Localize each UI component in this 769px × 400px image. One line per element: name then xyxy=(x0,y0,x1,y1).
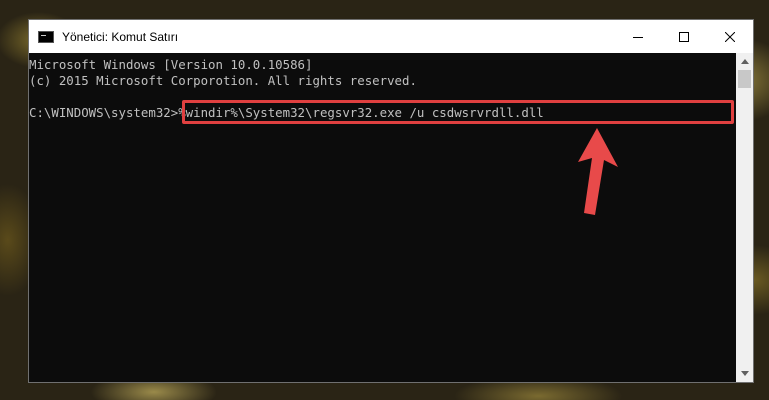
command-prompt-window: Yönetici: Komut Satırı Microsoft Windows… xyxy=(28,19,754,383)
cmd-app-icon[interactable] xyxy=(38,30,54,43)
console-line: Microsoft Windows [Version 10.0.10586] xyxy=(29,57,313,72)
command-line[interactable]: C:\WINDOWS\system32>%windir%\System32\re… xyxy=(29,100,736,124)
scroll-thumb[interactable] xyxy=(738,70,751,88)
title-bar[interactable]: Yönetici: Komut Satırı xyxy=(29,20,753,53)
maximize-button[interactable] xyxy=(661,20,707,53)
command-highlight-box xyxy=(182,100,734,124)
prompt-text: C:\WINDOWS\system32> xyxy=(29,105,179,120)
scroll-down-icon xyxy=(740,371,749,376)
caption-buttons xyxy=(615,20,753,53)
annotation-arrow-icon xyxy=(578,128,618,215)
console-line: (c) 2015 Microsoft Corporotion. All righ… xyxy=(29,73,417,88)
scroll-down-button[interactable] xyxy=(736,365,753,382)
console-output[interactable]: Microsoft Windows [Version 10.0.10586] (… xyxy=(29,53,736,382)
minimize-icon xyxy=(633,36,643,38)
close-button[interactable] xyxy=(707,20,753,53)
maximize-icon xyxy=(679,31,689,42)
scroll-up-icon xyxy=(740,59,749,64)
window-title: Yönetici: Komut Satırı xyxy=(62,29,179,44)
close-icon xyxy=(725,31,735,42)
minimize-button[interactable] xyxy=(615,20,661,53)
vertical-scrollbar[interactable] xyxy=(736,53,753,382)
scroll-up-button[interactable] xyxy=(736,53,753,70)
